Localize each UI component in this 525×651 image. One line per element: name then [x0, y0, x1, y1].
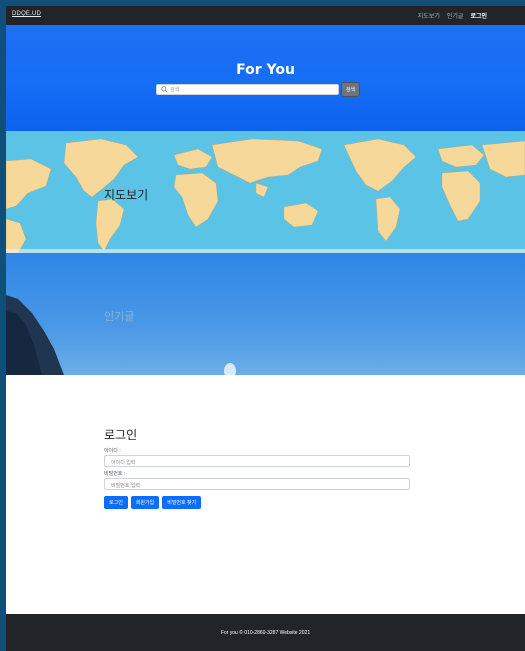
search-button[interactable]: 검색 — [342, 83, 359, 96]
world-map-image — [6, 138, 525, 253]
search-input[interactable]: 검색 — [156, 84, 339, 95]
popular-posts-section[interactable]: 인기글 — [6, 253, 525, 375]
signup-button[interactable]: 회원가입 — [130, 496, 160, 509]
hero-banner: For You 검색 검색 — [6, 25, 525, 131]
map-view-section[interactable]: 지도보기 — [6, 131, 525, 253]
password-input[interactable]: 비밀번호 입력 — [104, 478, 410, 490]
login-form: 로그인 아이디 : 아이디 입력 비밀번호 : 비밀번호 입력 로그인 회원가입… — [104, 426, 410, 509]
search-icon — [161, 86, 168, 93]
nav-link-map[interactable]: 지도보기 — [418, 11, 440, 20]
nav-links: 지도보기 인기글 로그인 — [418, 11, 487, 20]
brand-link[interactable]: DDQE.UD — [12, 11, 41, 17]
nav-link-login[interactable]: 로그인 — [470, 11, 487, 20]
popular-posts-label: 인기글 — [104, 310, 135, 323]
search-placeholder: 검색 — [170, 87, 180, 93]
id-input[interactable]: 아이디 입력 — [104, 455, 410, 467]
browser-viewport: DDQE.UD 지도보기 인기글 로그인 For You 검색 검색 지도보기 … — [6, 6, 525, 651]
footer: For you © 010-2860-3287 Website 2021 — [6, 614, 525, 651]
login-button[interactable]: 로그인 — [104, 496, 128, 509]
hero-title: For You — [236, 62, 295, 78]
login-title: 로그인 — [104, 428, 138, 442]
top-navbar: DDQE.UD 지도보기 인기글 로그인 — [6, 6, 525, 25]
nav-link-popular[interactable]: 인기글 — [447, 11, 464, 20]
sky-background-image — [6, 295, 236, 375]
map-view-label: 지도보기 — [104, 188, 149, 202]
footer-text: For you © 010-2860-3287 Website 2021 — [220, 629, 311, 636]
login-button-row: 로그인 회원가입 비밀번호 찾기 — [104, 496, 410, 509]
id-label: 아이디 : — [104, 448, 121, 454]
password-label: 비밀번호 : — [104, 471, 126, 477]
find-password-button[interactable]: 비밀번호 찾기 — [162, 496, 202, 509]
